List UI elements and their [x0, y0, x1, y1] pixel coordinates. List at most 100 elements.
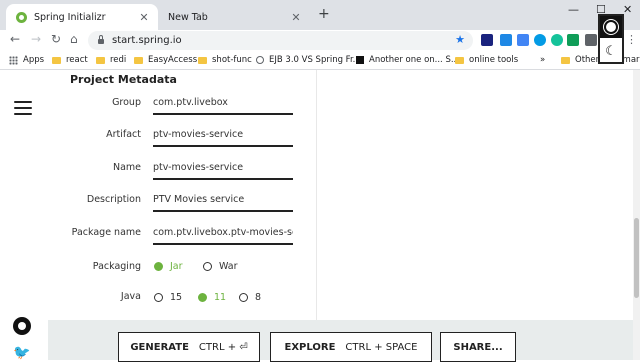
folder-icon	[455, 56, 464, 64]
folder-icon	[96, 56, 105, 64]
tab-title: Spring Initializr	[34, 11, 106, 23]
bookmark-apps[interactable]: Apps	[9, 55, 44, 65]
name-input[interactable]: ptv-movies-service	[153, 162, 293, 180]
packaging-war-radio[interactable]: War	[203, 261, 238, 272]
group-input[interactable]: com.ptv.livebox	[153, 97, 293, 115]
group-label: Group	[112, 97, 141, 108]
packaging-jar-radio[interactable]: Jar	[154, 261, 183, 272]
page-scrollbar[interactable]	[633, 70, 640, 360]
extension-icon[interactable]	[500, 34, 512, 46]
bookmark-another[interactable]: Another one on... S...	[356, 55, 459, 65]
project-metadata-form: Project Metadata Group com.ptv.livebox A…	[48, 70, 317, 320]
left-nav-panel: 🐦	[0, 70, 47, 361]
address-bar[interactable]: start.spring.io ★	[88, 31, 473, 50]
folder-icon	[134, 56, 143, 64]
radio-label: 8	[255, 292, 262, 303]
share-button[interactable]: SHARE...	[440, 332, 516, 362]
section-title: Project Metadata	[70, 73, 177, 86]
package-name-input[interactable]: com.ptv.livebox.ptv-movies-service	[153, 227, 293, 245]
grammarly-extension-icon[interactable]	[551, 34, 563, 46]
bookmark-label: EJB 3.0 VS Spring Fr...	[269, 55, 361, 65]
bookmark-label: Another one on... S...	[369, 55, 459, 65]
iq-extension-icon[interactable]	[567, 34, 579, 46]
extensions-puzzle-icon[interactable]	[585, 34, 597, 46]
description-label: Description	[86, 194, 141, 205]
java-15-radio[interactable]: 15	[154, 292, 182, 303]
button-shortcut: CTRL + ⏎	[198, 341, 248, 353]
radio-label: Jar	[170, 261, 183, 272]
bookmark-star-icon[interactable]: ★	[455, 33, 465, 46]
tab-title: New Tab	[168, 11, 208, 23]
folder-icon	[198, 56, 207, 64]
bookmark-label: react	[66, 55, 88, 65]
tab-strip: Spring Initializr ✕ New Tab ✕ + — ☐ ✕	[0, 0, 640, 30]
minimize-icon[interactable]: —	[568, 3, 579, 16]
dependencies-area	[317, 70, 640, 320]
reload-icon[interactable]: ↻	[51, 32, 61, 46]
explore-button[interactable]: EXPLORE CTRL + SPACE	[270, 332, 432, 362]
radio-selected-icon	[154, 262, 163, 271]
button-label: EXPLORE	[284, 341, 336, 353]
artifact-input[interactable]: ptv-movies-service	[153, 129, 293, 147]
java-label: Java	[120, 291, 141, 302]
radio-unselected-icon	[154, 293, 163, 302]
java-8-radio[interactable]: 8	[239, 292, 261, 303]
radio-unselected-icon	[203, 262, 212, 271]
home-icon[interactable]: ⌂	[70, 32, 78, 46]
description-input[interactable]: PTV Movies service	[153, 194, 293, 212]
menu-kebab-icon[interactable]: ⋮	[626, 33, 637, 46]
react-extension-icon[interactable]	[534, 34, 546, 46]
github-icon[interactable]	[13, 317, 31, 335]
close-window-icon[interactable]: ✕	[623, 3, 632, 16]
back-icon[interactable]: ←	[10, 32, 20, 46]
radio-unselected-icon	[239, 293, 248, 302]
spring-favicon-icon	[16, 11, 27, 23]
tab-spring-initializr[interactable]: Spring Initializr ✕	[6, 4, 158, 30]
radio-label: War	[219, 261, 238, 272]
bookmark-react[interactable]: react	[52, 55, 88, 65]
page-content: 🐦 Project Metadata Group com.ptv.livebox…	[0, 70, 640, 362]
bookmarks-bar: Apps react redi EasyAccess shot-func EJB…	[0, 52, 640, 70]
java-11-radio[interactable]: 11	[198, 292, 226, 303]
url-text: start.spring.io	[112, 35, 182, 46]
bookmark-label: redi	[110, 55, 127, 65]
name-label: Name	[112, 162, 141, 173]
package-name-label: Package name	[71, 227, 141, 238]
bookmark-shot-func[interactable]: shot-func	[198, 55, 252, 65]
close-tab-icon[interactable]: ✕	[288, 11, 304, 24]
radio-label: 15	[170, 292, 183, 303]
bookmark-ejb[interactable]: EJB 3.0 VS Spring Fr...	[256, 55, 361, 65]
scrollbar-thumb[interactable]	[634, 218, 639, 298]
browser-toolbar: ← → ↻ ⌂ start.spring.io ★	[0, 30, 640, 52]
theme-toggle: ☾	[598, 14, 624, 64]
hamburger-menu-icon[interactable]	[14, 101, 32, 119]
tab-new-tab[interactable]: New Tab ✕	[160, 4, 310, 30]
radio-selected-icon	[198, 293, 207, 302]
bookmark-label: EasyAccess	[148, 55, 198, 65]
folder-icon	[561, 56, 570, 64]
globe-icon	[256, 56, 264, 64]
button-shortcut: CTRL + SPACE	[345, 341, 418, 353]
translate-extension-icon[interactable]	[517, 34, 529, 46]
button-label: SHARE...	[453, 341, 503, 353]
close-tab-icon[interactable]: ✕	[136, 11, 152, 24]
dark-theme-moon-icon[interactable]: ☾	[600, 40, 622, 62]
bookmark-online-tools[interactable]: online tools	[455, 55, 518, 65]
twitter-icon[interactable]: 🐦	[13, 345, 30, 361]
forward-icon[interactable]: →	[31, 32, 41, 46]
new-tab-icon[interactable]: +	[318, 6, 330, 22]
bookmark-label: online tools	[469, 55, 519, 65]
button-label: GENERATE	[130, 341, 189, 353]
action-footer: GENERATE CTRL + ⏎ EXPLORE CTRL + SPACE SHA…	[48, 320, 633, 362]
generate-button[interactable]: GENERATE CTRL + ⏎	[118, 332, 260, 362]
extension-icon[interactable]	[481, 34, 493, 46]
bookmark-redi[interactable]: redi	[96, 55, 126, 65]
folder-icon	[52, 56, 61, 64]
lock-icon	[98, 35, 104, 44]
bookmark-easyaccess[interactable]: EasyAccess	[134, 55, 197, 65]
bookmark-label: shot-func	[212, 55, 252, 65]
light-theme-sun-icon[interactable]	[600, 16, 622, 38]
radio-label: 11	[214, 292, 227, 303]
bookmark-label: Apps	[23, 55, 45, 65]
more-bookmarks-icon[interactable]: »	[540, 55, 545, 65]
